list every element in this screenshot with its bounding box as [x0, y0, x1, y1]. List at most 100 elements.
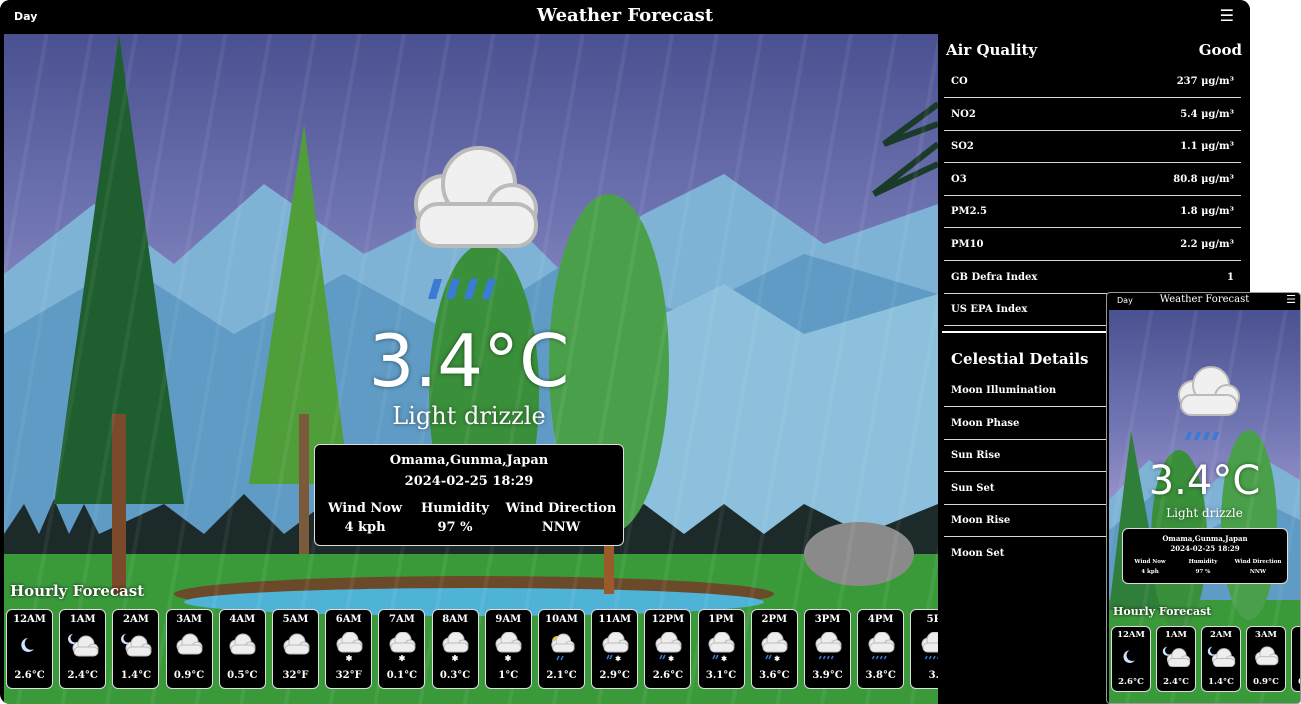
hourly-time: 1AM [1165, 630, 1187, 640]
cloud-snow-icon: ✱ [389, 631, 416, 663]
hourly-time: 4AM [229, 614, 256, 625]
hourly-forecast-card[interactable]: 12AM 2.6°C [6, 609, 53, 689]
hourly-temperature: 1°C [498, 670, 519, 681]
hourly-icon [113, 632, 158, 666]
hourly-time: 6AM [335, 614, 362, 625]
hourly-temperature: 0.9°C [1253, 677, 1279, 687]
cloud-sleet-icon: ✱ [602, 631, 629, 663]
hourly-time: 1PM [708, 614, 734, 625]
air-quality-label: PM2.5 [951, 206, 987, 218]
hourly-forecast-card[interactable]: 10AM 2.1°C [538, 609, 585, 689]
hourly-forecast-card[interactable]: 6AM ✱ 32°F [325, 609, 373, 689]
hourly-temperature: 2.1°C [546, 670, 577, 681]
hourly-time: 4AM [1292, 630, 1300, 640]
mobile-drizzle-cloud-icon [1178, 366, 1240, 440]
hourly-forecast-card[interactable]: 1AM 2.4°C [1156, 626, 1196, 692]
hourly-temperature: 2.4°C [1163, 677, 1189, 687]
hourly-forecast-card[interactable]: 5AM 32°F [272, 609, 319, 689]
hourly-temperature: 32°F [282, 670, 309, 681]
air-quality-rating: Good [1198, 41, 1242, 59]
mobile-top-bar: Day Weather Forecast ☰ [1107, 293, 1300, 309]
air-quality-value: 80.8 μg/m³ [1173, 173, 1234, 185]
hourly-icon [273, 632, 318, 666]
page-title: Weather Forecast [536, 5, 714, 26]
hourly-forecast-card[interactable]: 2AM 1.4°C [112, 609, 160, 689]
hourly-forecast-card[interactable]: 4PM 3.8°C [857, 609, 905, 689]
hourly-time: 2AM [1210, 630, 1232, 640]
hourly-forecast-card[interactable]: 2AM 1.4°C [1201, 626, 1241, 692]
hourly-time: 7AM [388, 614, 415, 625]
hourly-forecast-card[interactable]: 3AM 0.9°C [1246, 626, 1286, 692]
mobile-humidity-label: Humidity [1188, 559, 1218, 565]
location-name: Omama,Gunma,Japan [389, 453, 549, 468]
air-quality-title: Air Quality [946, 41, 1038, 59]
cloud-icon [229, 633, 256, 655]
air-quality-label: US EPA Index [951, 304, 1028, 316]
moon-cloud-icon [1162, 646, 1190, 668]
hourly-icon [220, 632, 265, 666]
hourly-time: 3AM [1255, 630, 1277, 640]
air-quality-row: PM10 2.2 μg/m³ [944, 229, 1241, 261]
hourly-icon [1202, 645, 1240, 676]
hourly-icon [1112, 645, 1150, 676]
hamburger-menu-icon[interactable]: ☰ [1220, 6, 1234, 25]
air-quality-label: GB Defra Index [951, 271, 1038, 283]
hourly-forecast-card[interactable]: 4AM 0.5°C [1291, 626, 1300, 692]
celestial-label: Moon Set [951, 548, 1005, 559]
hourly-temperature: 0.5°C [1292, 677, 1300, 687]
celestial-label: Sun Set [951, 482, 995, 494]
hourly-temperature: 1.4°C [1208, 677, 1234, 687]
mobile-wind-now-label: Wind Now [1134, 559, 1166, 565]
celestial-title: Celestial Details [951, 350, 1089, 368]
hourly-temperature: 3.6°C [759, 670, 790, 681]
hourly-temperature: 2.6°C [1118, 677, 1144, 687]
svg-text:✱: ✱ [774, 654, 780, 662]
desktop-view: Day Weather Forecast ☰ 3.4°C Light drizz… [0, 0, 1250, 704]
hourly-icon: ✱ [433, 631, 478, 666]
hourly-forecast-card[interactable]: 3AM 0.9°C [165, 609, 213, 689]
hourly-forecast-card[interactable]: 4AM 0.5°C [218, 609, 266, 689]
hourly-icon: ✱ [752, 631, 797, 666]
hourly-forecast-card[interactable]: 12PM ✱ 2.6°C [644, 609, 692, 689]
hourly-forecast-card[interactable]: 5P 3. [910, 609, 938, 689]
hourly-time: 10AM [545, 614, 578, 625]
hourly-forecast-card[interactable]: 8AM ✱ 0.3°C [431, 609, 479, 689]
weather-scene: 3.4°C Light drizzle Omama,Gunma,Japan 20… [4, 34, 938, 704]
hourly-forecast-card[interactable]: 1AM 2.4°C [59, 609, 107, 689]
celestial-label: Moon Phase [951, 417, 1020, 429]
moon-cloud-icon [67, 634, 99, 657]
cloud-sleet-icon: ✱ [655, 631, 682, 663]
cloud-snow-icon: ✱ [442, 631, 469, 663]
hourly-time: 12PM [651, 614, 685, 625]
air-quality-value: 1.8 μg/m³ [1180, 206, 1234, 218]
hourly-icon: ✱ [699, 631, 744, 666]
hourly-forecast-card[interactable]: 9AM ✱ 1°C [484, 609, 532, 689]
hourly-temperature: 0.9°C [173, 670, 205, 681]
mobile-hamburger-menu-icon[interactable]: ☰ [1286, 293, 1296, 306]
hourly-icon: ✱ [379, 631, 424, 666]
svg-text:✱: ✱ [399, 653, 406, 662]
hourly-forecast-card[interactable]: 2PM ✱ 3.6°C [750, 609, 798, 689]
svg-text:✱: ✱ [505, 653, 512, 662]
air-quality-row: O3 80.8 μg/m³ [944, 164, 1241, 196]
hourly-forecast-card[interactable]: 12AM 2.6°C [1111, 626, 1151, 692]
hourly-icon [7, 632, 52, 666]
svg-text:✱: ✱ [345, 653, 352, 662]
svg-text:✱: ✱ [452, 653, 459, 662]
cloud-sleet-icon: ✱ [708, 631, 735, 663]
wind-direction-label: Wind Direction [505, 501, 617, 516]
hourly-forecast-card[interactable]: 1PM ✱ 3.1°C [697, 609, 745, 689]
hourly-forecast-card[interactable]: 3PM 3.9°C [804, 609, 851, 689]
hourly-forecast-card[interactable]: 7AM ✱ 0.1°C [378, 609, 426, 689]
hourly-icon: ✱ [326, 631, 371, 666]
air-quality-label: O3 [951, 173, 967, 185]
hourly-time: 5AM [282, 614, 309, 625]
hourly-forecast-card[interactable]: 11AM ✱ 2.9°C [591, 609, 639, 689]
hourly-icon: ✱ [592, 631, 637, 666]
air-quality-row: GB Defra Index 1 [944, 262, 1241, 294]
humidity-label: Humidity [420, 501, 489, 516]
hourly-icon [167, 632, 212, 666]
hourly-time: 2PM [761, 614, 788, 625]
air-quality-value: 5.4 μg/m³ [1180, 108, 1234, 120]
wind-now-label: Wind Now [327, 501, 403, 516]
